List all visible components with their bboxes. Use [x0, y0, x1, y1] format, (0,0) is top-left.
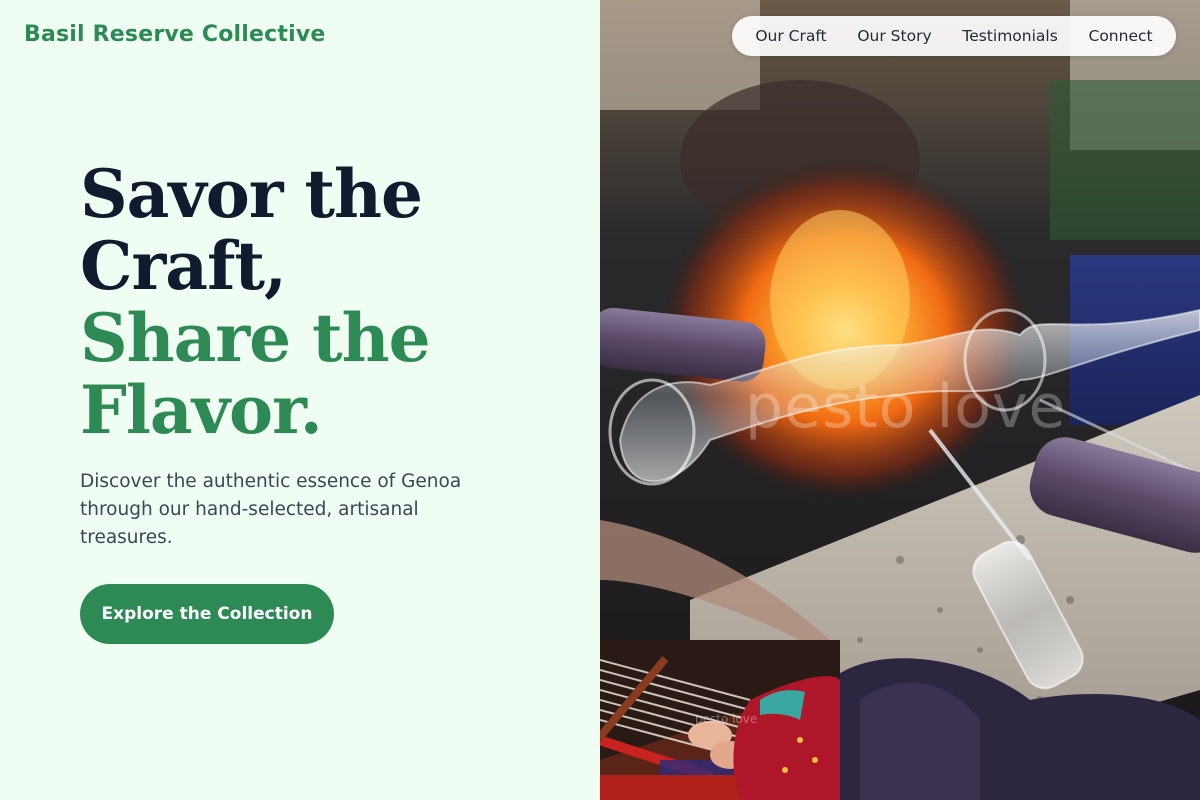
headline-line-4: Flavor.	[80, 371, 323, 449]
nav-item-connect[interactable]: Connect	[1081, 23, 1161, 49]
hero-left-panel: Basil Reserve Collective Savor the Craft…	[0, 0, 600, 800]
headline-line-3: Share the	[80, 299, 431, 377]
nav-item-testimonials[interactable]: Testimonials	[954, 23, 1065, 49]
headline-line-2: Craft,	[80, 227, 287, 305]
nav-item-our-craft[interactable]: Our Craft	[747, 23, 834, 49]
hero-description: Discover the authentic essence of Genoa …	[80, 471, 462, 548]
brand-logo-text[interactable]: Basil Reserve Collective	[24, 22, 326, 47]
weaving-photo: pesto love	[600, 640, 840, 800]
explore-collection-button[interactable]: Explore the Collection	[80, 584, 334, 644]
headline-line-1: Savor the	[80, 155, 423, 233]
top-navigation: Our Craft Our Story Testimonials Connect	[732, 16, 1176, 56]
hero-headline: Savor the Craft, Share the Flavor.	[80, 158, 520, 446]
nav-item-our-story[interactable]: Our Story	[849, 23, 939, 49]
weaving-illustration	[600, 640, 840, 800]
